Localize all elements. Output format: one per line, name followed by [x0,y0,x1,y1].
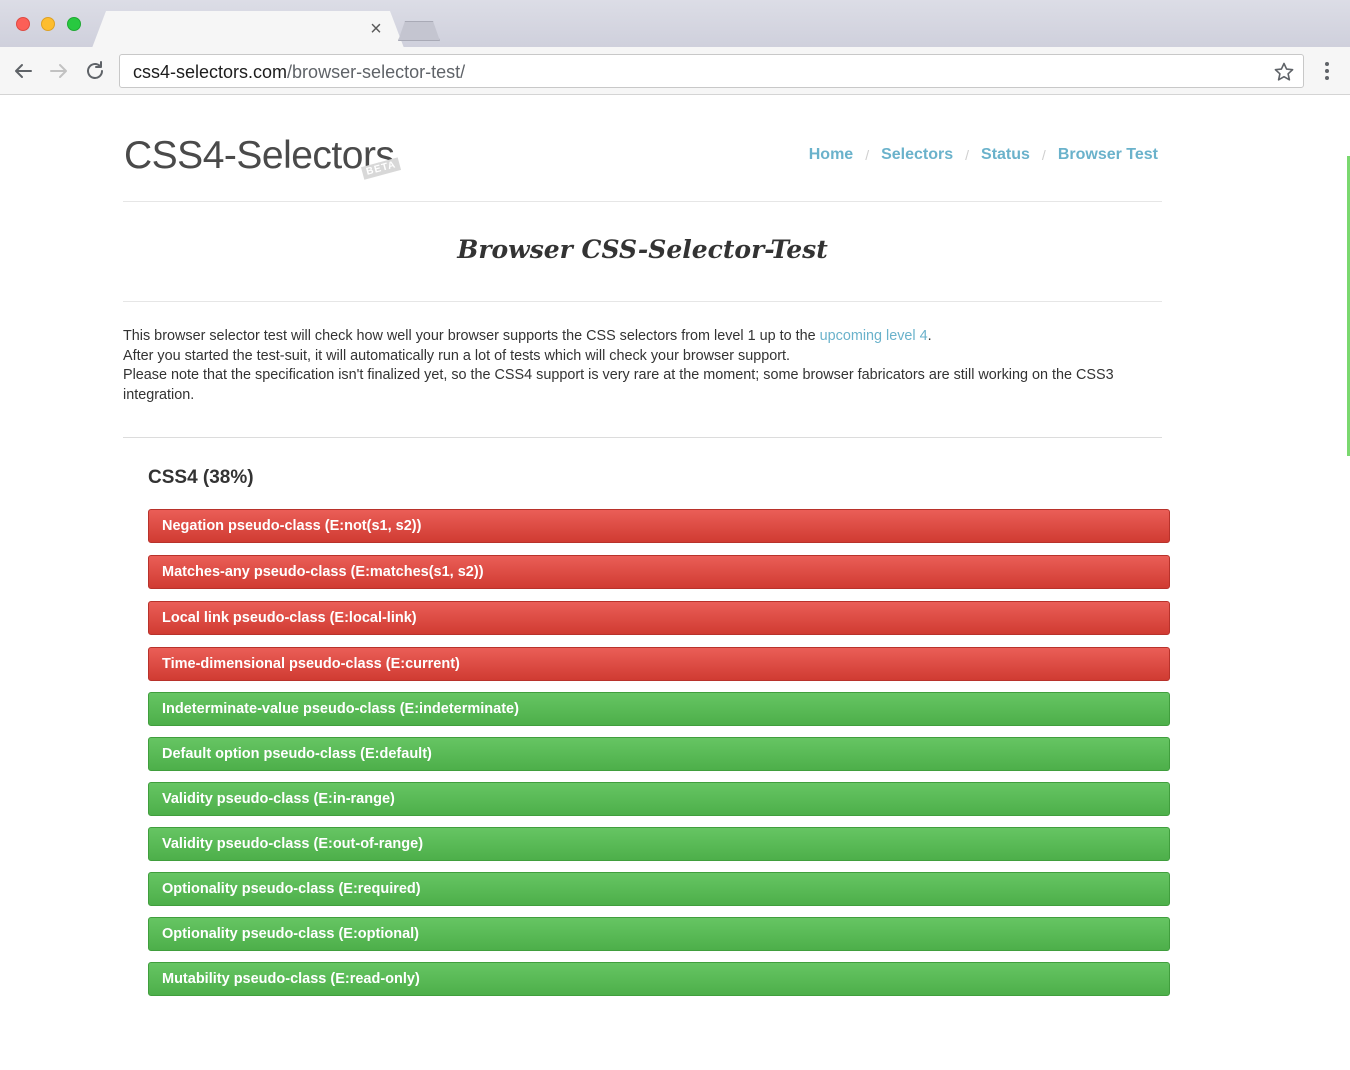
page-title: Browser CSS-Selector-Test [457,235,828,264]
test-result-fail[interactable]: Local link pseudo-class (E:local-link) [148,601,1170,635]
minimize-window-button[interactable] [41,17,55,31]
nav-link-home[interactable]: Home [809,146,853,164]
test-result-fail[interactable]: Matches-any pseudo-class (E:matches(s1, … [148,555,1170,589]
browser-tab-active[interactable] [92,11,404,48]
intro-line-2: After you started the test-suit, it will… [123,347,791,364]
address-bar[interactable]: css4-selectors.com/browser-selector-test… [119,54,1304,88]
divider [123,301,1162,302]
nav-link-status[interactable]: Status [981,146,1030,164]
test-result-pass[interactable]: Validity pseudo-class (E:in-range) [148,782,1170,816]
test-result-pass[interactable]: Default option pseudo-class (E:default) [148,737,1170,771]
url-path: /browser-selector-test/ [287,62,466,82]
window-titlebar: × [0,0,1350,47]
nav-separator: / [965,147,970,163]
star-icon[interactable] [1273,61,1295,83]
intro-text: This browser selector test will check ho… [123,327,1123,405]
divider [123,201,1162,202]
close-window-button[interactable] [16,17,30,31]
test-result-pass[interactable]: Optionality pseudo-class (E:required) [148,872,1170,906]
nav-separator: / [1041,147,1046,163]
reload-icon[interactable] [81,57,109,85]
back-arrow-icon[interactable] [9,57,37,85]
top-navigation: Home / Selectors / Status / Browser Test [809,146,1158,164]
divider [123,437,1162,438]
intro-line-1: This browser selector test will check ho… [123,328,820,344]
nav-link-browser-test[interactable]: Browser Test [1058,146,1158,164]
upcoming-level-4-link[interactable]: upcoming level 4 [820,328,928,344]
test-result-pass[interactable]: Indeterminate-value pseudo-class (E:inde… [148,692,1170,726]
test-result-fail[interactable]: Negation pseudo-class (E:not(s1, s2)) [148,509,1170,543]
intro-line-3: Please note that the specification isn't… [123,367,1114,403]
url-text[interactable]: css4-selectors.com/browser-selector-test… [133,62,465,82]
new-tab-button[interactable] [398,21,440,41]
test-results-list: Negation pseudo-class (E:not(s1, s2)) Mat… [148,509,1170,996]
nav-link-selectors[interactable]: Selectors [881,146,953,164]
intro-line-1-end: . [927,328,932,344]
test-result-fail[interactable]: Time-dimensional pseudo-class (E:current… [148,647,1170,681]
url-host: css4-selectors.com [133,62,288,82]
nav-separator: / [865,147,870,163]
css4-section-heading: CSS4 (38%) [148,467,254,488]
tab-close-icon[interactable]: × [366,18,386,40]
zoom-window-button[interactable] [67,17,81,31]
forward-arrow-icon[interactable] [45,57,73,85]
browser-toolbar: css4-selectors.com/browser-selector-test… [0,47,1350,95]
test-result-pass[interactable]: Mutability pseudo-class (E:read-only) [148,962,1170,996]
menu-dots-icon[interactable] [1316,57,1338,85]
page-content: CSS4-Selectors BETA Home / Selectors / S… [0,96,1350,1070]
test-result-pass[interactable]: Validity pseudo-class (E:out-of-range) [148,827,1170,861]
site-logo[interactable]: CSS4-Selectors [124,134,395,178]
test-result-pass[interactable]: Optionality pseudo-class (E:optional) [148,917,1170,951]
